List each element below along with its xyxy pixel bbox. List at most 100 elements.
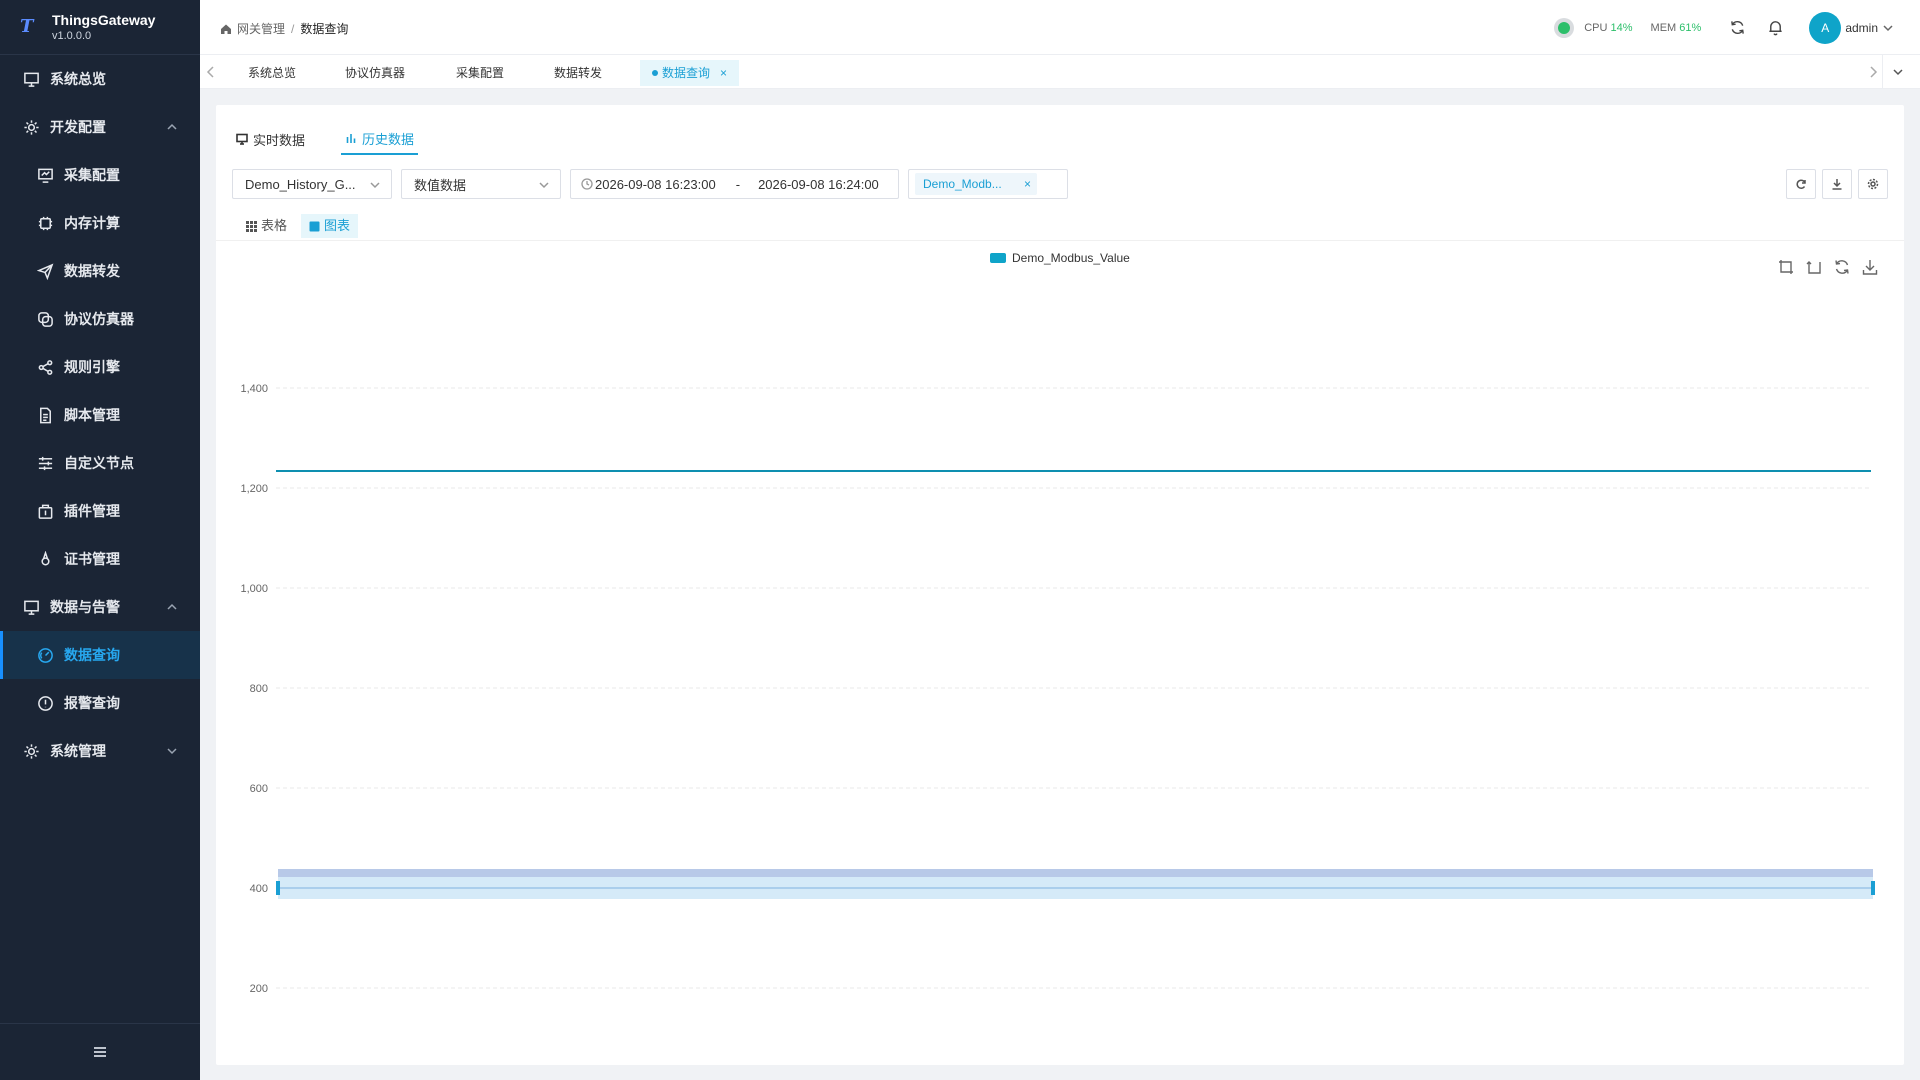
history-source-select[interactable]: Demo_History_G... (232, 169, 392, 199)
sidebar-item-label: 采集配置 (64, 167, 120, 183)
sidebar-item-0[interactable]: 系统总览 (0, 55, 200, 103)
tab-simulator[interactable]: 协议仿真器 (335, 60, 415, 86)
brand[interactable]: T ThingsGateway v1.0.0.0 (0, 0, 200, 55)
status-indicator (1558, 21, 1571, 34)
mem-metric: MEM 61% (1650, 21, 1702, 34)
history-chart: 02004006008001,0001,2001,40016:23:0516:2… (216, 245, 1904, 1065)
y-tick-label: 800 (250, 683, 268, 695)
restore-icon[interactable] (1834, 259, 1852, 277)
sidebar-item-8[interactable]: 自定义节点 (0, 439, 200, 487)
sidebar-item-7[interactable]: 脚本管理 (0, 391, 200, 439)
app-name: ThingsGateway (52, 12, 156, 28)
tab-collect-config[interactable]: 采集配置 (446, 60, 514, 86)
tab-table-view[interactable]: 表格 (238, 214, 295, 238)
sidebar-item-label: 数据查询 (64, 647, 120, 663)
file-icon (36, 406, 54, 424)
chevron-left-icon[interactable] (206, 66, 216, 78)
sidebar-item-label: 证书管理 (64, 551, 120, 567)
breadcrumb: 网关管理 / 数据查询 (220, 20, 348, 37)
sidebar-item-label: 协议仿真器 (64, 311, 134, 327)
breadcrumb-current: 数据查询 (300, 22, 349, 36)
save-image-icon[interactable] (1862, 259, 1880, 277)
tab-realtime-data[interactable]: 实时数据 (232, 123, 309, 155)
view-tabs: 表格 图表 (216, 209, 1904, 241)
share-icon (36, 358, 54, 376)
sidebar-item-label: 脚本管理 (64, 407, 120, 423)
plugin-icon (36, 502, 54, 520)
variable-multiselect[interactable]: Demo_Modb... × (908, 169, 1068, 199)
collapse-sidebar-button[interactable] (0, 1023, 200, 1080)
simulator-icon (36, 310, 54, 328)
gauge-icon (36, 646, 54, 664)
username[interactable]: admin (1845, 21, 1878, 35)
tab-chart-view[interactable]: 图表 (301, 214, 359, 238)
app-version: v1.0.0.0 (52, 30, 92, 42)
sidebar-item-9[interactable]: 插件管理 (0, 487, 200, 535)
end-time-input[interactable]: 2026-09-08 16:24:00 (758, 177, 879, 192)
home-icon (221, 24, 231, 34)
download-button[interactable] (1822, 169, 1852, 199)
tab-data-query[interactable]: 数据查询 × (640, 60, 740, 86)
chip-icon (36, 214, 54, 232)
gear-icon (22, 742, 40, 760)
sidebar: T ThingsGateway v1.0.0.0 系统总览开发配置采集配置内存计… (0, 0, 200, 1080)
start-time-input[interactable]: 2026-09-08 16:23:00 (595, 177, 716, 192)
sidebar-item-label: 内存计算 (64, 215, 120, 231)
close-icon[interactable]: × (1024, 173, 1031, 195)
breadcrumb-parent[interactable]: 网关管理 (237, 20, 285, 37)
sidebar-item-14[interactable]: 系统管理 (0, 727, 200, 775)
sidebar-item-10[interactable]: 证书管理 (0, 535, 200, 583)
sidebar-item-4[interactable]: 数据转发 (0, 247, 200, 295)
sidebar-item-12[interactable]: 数据查询 (0, 631, 200, 679)
chevron-down-icon (166, 744, 178, 756)
sidebar-item-5[interactable]: 协议仿真器 (0, 295, 200, 343)
chevron-up-icon (166, 600, 178, 612)
zoom-area-icon[interactable] (1778, 259, 1796, 277)
settings-button[interactable] (1858, 169, 1888, 199)
query-subtabs: 实时数据 历史数据 (232, 123, 450, 155)
grid-icon (246, 220, 257, 232)
sidebar-item-label: 数据与告警 (50, 599, 120, 615)
alert-icon (36, 694, 54, 712)
cpu-metric: CPU 14% (1584, 21, 1633, 34)
tab-data-forward[interactable]: 数据转发 (544, 60, 612, 86)
sidebar-item-3[interactable]: 内存计算 (0, 199, 200, 247)
sidebar-item-2[interactable]: 采集配置 (0, 151, 200, 199)
menu-icon (94, 1047, 106, 1057)
data-type-select[interactable]: 数值数据 (401, 169, 561, 199)
query-card: 实时数据 历史数据 Demo_History_G... 数值数据 2026-09… (216, 105, 1904, 1065)
zoom-reset-icon[interactable] (1806, 259, 1824, 277)
date-range-picker[interactable]: 2026-09-08 16:23:00 - 2026-09-08 16:24:0… (570, 169, 899, 199)
refresh-icon[interactable] (1729, 19, 1747, 37)
y-tick-label: 1,000 (240, 583, 268, 595)
y-tick-label: 200 (250, 983, 268, 995)
chevron-up-icon (166, 120, 178, 132)
monitor-icon (22, 598, 40, 616)
collect-icon (36, 166, 54, 184)
tab-overview[interactable]: 系统总览 (238, 60, 306, 86)
refresh-button[interactable] (1786, 169, 1816, 199)
sidebar-item-label: 系统总览 (50, 71, 106, 87)
tab-history-data[interactable]: 历史数据 (341, 123, 419, 155)
header: 网关管理 / 数据查询 CPU 14% MEM 61% A admin (200, 0, 1920, 55)
sidebar-item-6[interactable]: 规则引擎 (0, 343, 200, 391)
chevron-down-icon[interactable] (1882, 22, 1894, 34)
bell-icon[interactable] (1767, 19, 1785, 37)
close-icon[interactable]: × (720, 66, 727, 80)
tabs-menu-chevron-icon[interactable] (1882, 55, 1912, 89)
bar-chart-icon (346, 134, 356, 143)
sidebar-item-1[interactable]: 开发配置 (0, 103, 200, 151)
chart-toolbox (1768, 259, 1880, 277)
y-tick-label: 1,400 (240, 383, 268, 395)
y-tick-label: 600 (250, 783, 268, 795)
clock-icon (581, 178, 593, 190)
sidebar-item-label: 插件管理 (64, 503, 120, 519)
chevron-right-icon[interactable] (1868, 66, 1878, 78)
sidebar-item-label: 自定义节点 (64, 455, 134, 471)
sidebar-item-13[interactable]: 报警查询 (0, 679, 200, 727)
datazoom-header (278, 869, 1873, 877)
sidebar-item-11[interactable]: 数据与告警 (0, 583, 200, 631)
avatar[interactable]: A (1809, 11, 1842, 44)
chevron-down-icon (538, 179, 550, 191)
refresh-icon (1796, 179, 1806, 189)
